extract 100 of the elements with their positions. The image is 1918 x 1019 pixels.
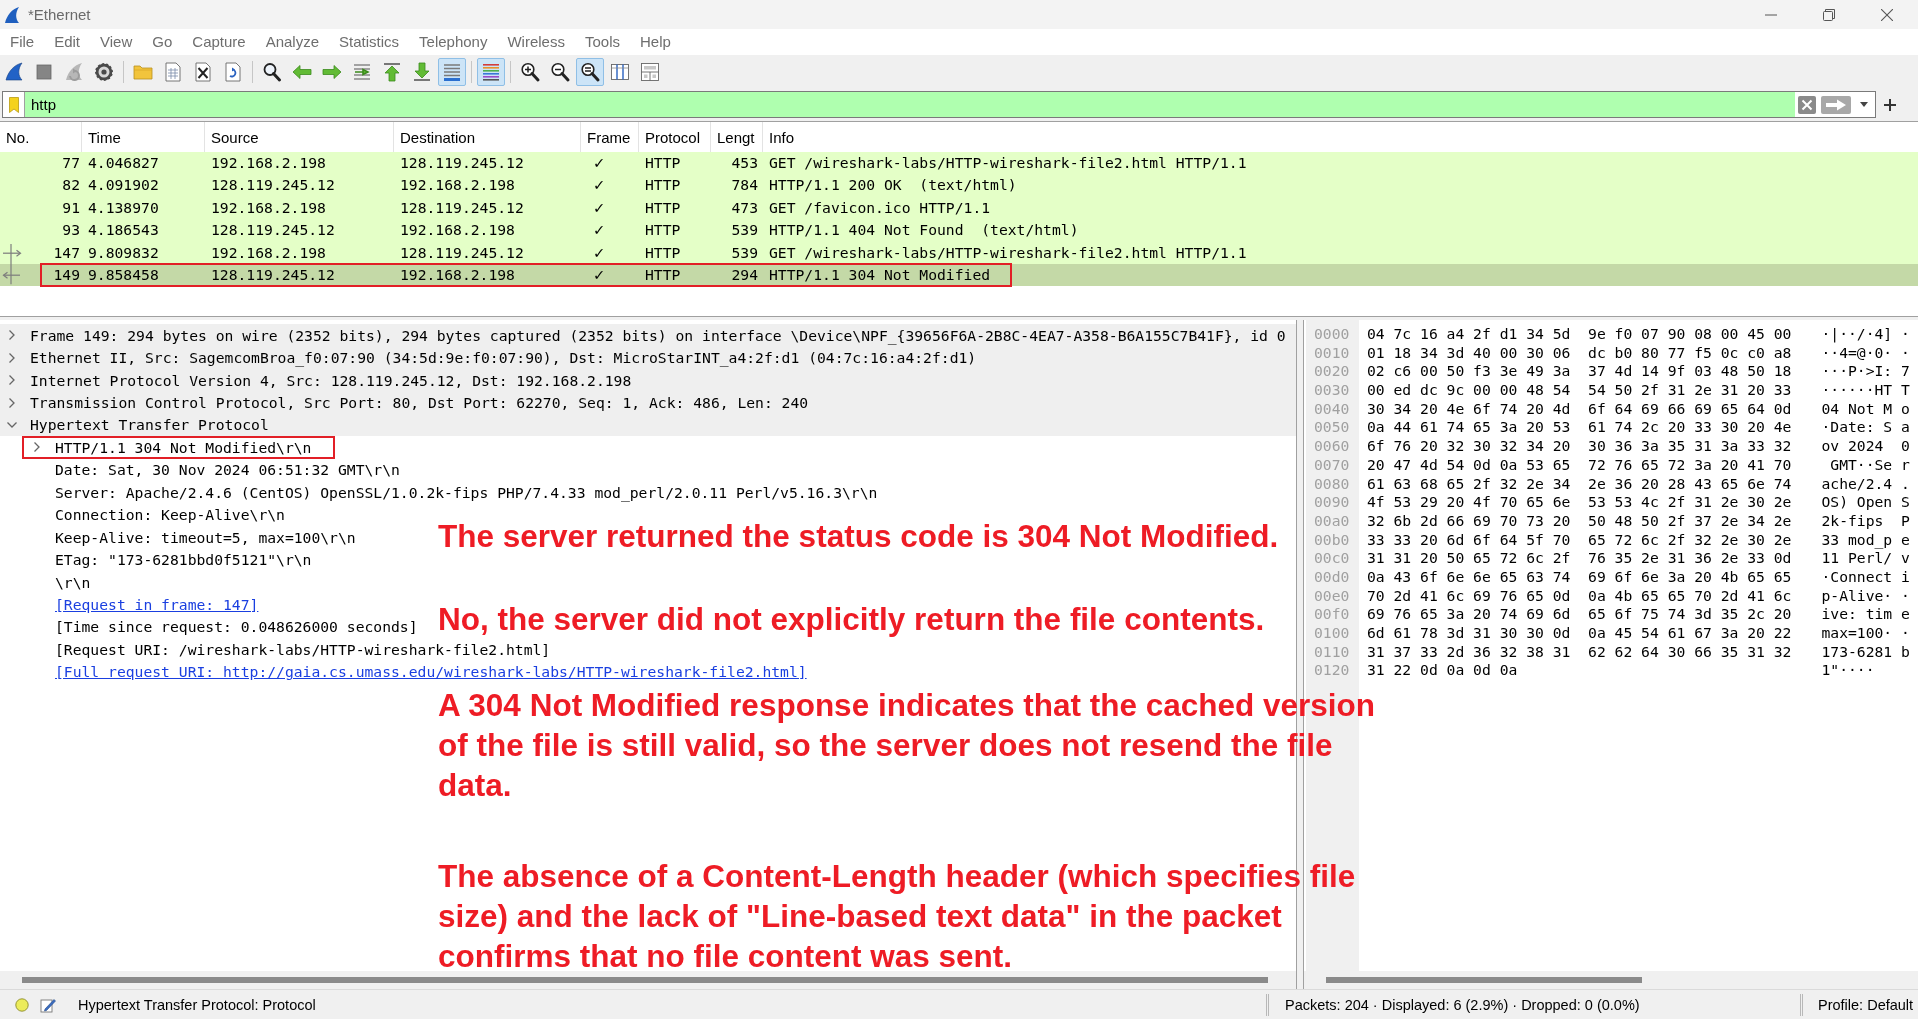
gear-icon — [93, 60, 115, 83]
tree-item[interactable]: HTTP/1.1 304 Not Modified\r\n — [55, 438, 312, 456]
table-cell-text: 9.809832 — [87, 242, 160, 263]
table-cell-text: 128.119.245.12 — [210, 264, 336, 285]
menu-item[interactable]: Statistics — [329, 29, 410, 55]
ascii-text: 33 mod_p e — [1821, 530, 1910, 550]
close-icon[interactable] — [1881, 8, 1893, 21]
menu-item[interactable]: Wireless — [497, 29, 575, 55]
table-cell-text: HTTP — [644, 175, 682, 196]
packet-row[interactable]: 93 4.186543 128.119.245.12 192.168.2.198 ✓ HTTP 539 HTTP/1.1 404 Not Found (text/html) — [0, 219, 1918, 242]
annotation-text: The server returned the status code is 304 Not Modified. — [438, 517, 1279, 556]
ascii-text: 11 Perl/ v — [1821, 549, 1910, 568]
arrow-down-icon — [411, 60, 433, 83]
hex-bytes: 33 33 20 6d 6f 64 5f 70 65 72 6c 2f 32 2e 30 2e — [1367, 530, 1792, 550]
offset-label: 0010 — [1313, 343, 1351, 363]
ascii-text: ive: tim e — [1821, 605, 1910, 624]
tree-item[interactable]: Hypertext Transfer Protocol — [30, 416, 269, 434]
hex-bytes: 30 34 20 4e 6f 74 20 4d 6f 64 69 66 69 65 64 0d — [1367, 399, 1792, 419]
link[interactable]: [Full request URI: http://gaia.cs.umass.edu/wireshark-labs/HTTP-wireshark-file2.html] — [55, 663, 807, 681]
menu-item[interactable]: Go — [142, 29, 183, 55]
plus-icon[interactable] — [1884, 98, 1896, 111]
tree-item[interactable]: [Request URI: /wireshark-labs/HTTP-wireshark-file2.html] — [55, 640, 551, 658]
offset-label: 00a0 — [1313, 511, 1351, 531]
offset-label: 00c0 — [1313, 549, 1351, 568]
table-cell-text: 128.119.245.12 — [399, 197, 525, 218]
tree-item[interactable]: ETag: "173-6281bbd0f5121"\r\n — [55, 551, 312, 569]
ascii-text: ache/2.4 . — [1821, 474, 1910, 494]
menu-item[interactable]: Edit — [44, 29, 91, 55]
ascii-text: p-Alive· · — [1821, 586, 1910, 606]
table-cell-text: 539 — [730, 242, 759, 263]
packet-count-text: Packets: 204 · Displayed: 6 (2.9%) · Dropped: 0 (0.0%) — [1285, 996, 1640, 1013]
ascii-text: ov 2024 0 — [1821, 437, 1910, 456]
packet-row[interactable]: 149 9.858458 128.119.245.12 192.168.2.198 ✓ HTTP 294 HTTP/1.1 304 Not Modified — [0, 263, 1918, 287]
table-cell: GET /favicon.ico HTTP/1.1 — [769, 198, 991, 216]
offset-label: 0090 — [1313, 493, 1351, 512]
profile-text[interactable]: Profile: Default — [1818, 996, 1914, 1013]
link[interactable]: [Request in frame: 147] — [55, 595, 259, 613]
tree-item[interactable]: [Time since request: 0.048626000 seconds] — [55, 618, 418, 636]
hex-bytes: 0a 43 6f 6e 6e 65 63 74 69 6f 6e 3a 20 4b 65 65 — [1367, 567, 1792, 587]
column-header[interactable]: Info — [763, 122, 1918, 152]
document-icon — [162, 60, 184, 83]
table-cell-text: 4.091902 — [87, 175, 160, 196]
menu-item[interactable]: Capture — [182, 29, 256, 55]
tree-item[interactable]: Keep-Alive: timeout=5, max=100\r\n — [55, 528, 356, 546]
annotation-text: The absence of a Content-Length header (which specifies file size) and the lack of "Line-based text data" in the packet confirms that no file content was sent. — [438, 857, 1357, 976]
toolbar-button[interactable] — [576, 57, 604, 86]
hex-bytes: 31 31 20 50 65 72 6c 2f 76 35 2e 31 36 2e 33 0d — [1367, 549, 1792, 568]
ascii-text: 1"···· — [1821, 661, 1876, 681]
packet-row[interactable]: 147 9.809832 192.168.2.198 128.119.245.12 ✓ HTTP 539 GET /wireshark-labs/HTTP-wireshark-file2.html HTTP/1.1 — [0, 241, 1918, 264]
menu-item[interactable]: View — [90, 29, 143, 55]
menu-item[interactable]: File — [0, 29, 45, 55]
pencil-icon[interactable] — [40, 996, 56, 1013]
ascii-text: 173-6281 b — [1821, 642, 1910, 662]
offset-label: 00d0 — [1313, 567, 1351, 587]
packet-row[interactable]: 77 4.046827 192.168.2.198 128.119.245.12 ✓ HTTP 453 GET /wireshark-labs/HTTP-wireshark-file2.html HTTP/1.1 — [0, 152, 1918, 175]
ascii-text: ·Connect i — [1821, 567, 1910, 587]
scrollbar-thumb[interactable] — [22, 977, 1268, 983]
hex-bytes: 02 c6 00 50 f3 3e 49 3a 37 4d 14 9f 03 48 50 18 — [1367, 362, 1792, 382]
packet-row[interactable]: 91 4.138970 192.168.2.198 128.119.245.12 ✓ HTTP 473 GET /favicon.ico HTTP/1.1 — [0, 196, 1918, 220]
tree-item[interactable]: \r\n — [55, 573, 91, 591]
shark-fin-icon — [4, 5, 20, 24]
tree-item[interactable]: Connection: Keep-Alive\r\n — [55, 506, 285, 524]
scrollbar-thumb[interactable] — [1326, 977, 1642, 983]
menu-item[interactable]: Analyze — [255, 29, 330, 55]
ascii-text: ······HT T — [1821, 381, 1910, 400]
table-cell-text: 4.186543 — [87, 220, 160, 241]
table-cell-text: ✓ — [592, 264, 607, 285]
table-cell-text: 192.168.2.198 — [210, 153, 327, 173]
table-cell-text: HTTP — [644, 264, 682, 285]
hex-bytes: 6d 61 78 3d 31 30 30 0d 0a 45 54 61 67 3a 20 22 — [1367, 624, 1792, 643]
status-text: Hypertext Transfer Protocol: Protocol — [78, 996, 316, 1013]
table-cell: HTTP/1.1 304 Not Modified — [769, 265, 991, 283]
offset-label: 0040 — [1313, 399, 1351, 419]
table-cell-text: 82 — [61, 175, 81, 196]
menu-item[interactable]: Help — [630, 29, 681, 55]
packet-row[interactable]: 82 4.091902 128.119.245.12 192.168.2.198 ✓ HTTP 784 HTTP/1.1 200 OK (text/html) — [0, 174, 1918, 197]
tree-item[interactable]: Date: Sat, 30 Nov 2024 06:51:32 GMT\r\n — [55, 461, 400, 479]
table-cell-text: 784 — [730, 175, 759, 196]
table-cell-text: 192.168.2.198 — [399, 175, 516, 196]
table-cell: HTTP/1.1 404 Not Found (text/html) — [769, 221, 1079, 239]
menu-item[interactable]: Tools — [574, 29, 630, 55]
table-cell-text: 539 — [730, 220, 759, 241]
table-cell-text: 128.119.245.12 — [210, 175, 336, 196]
search-icon — [261, 60, 283, 83]
restore-icon[interactable] — [1823, 8, 1835, 21]
table-cell-text: 294 — [730, 264, 759, 285]
ascii-text: max=100· · — [1821, 624, 1910, 643]
zoom-reset-icon — [579, 60, 601, 83]
table-cell-text: HTTP — [644, 220, 682, 241]
ascii-text: ···P·>I: 7 — [1821, 362, 1910, 382]
offset-label: 0080 — [1313, 474, 1351, 494]
menu-item[interactable]: Telephony — [409, 29, 498, 55]
tree-item[interactable]: Server: Apache/2.4.6 (CentOS) OpenSSL/1.0.2k-fips PHP/7.4.33 mod_perl/2.0.11 Perl/v5.16.3\r\n — [55, 483, 878, 501]
table-cell-text: ✓ — [592, 220, 607, 241]
hex-bytes: 01 18 34 3d 40 00 30 06 dc b0 80 77 f5 0c c0 a8 — [1367, 343, 1792, 363]
offset-label: 0070 — [1313, 455, 1351, 475]
table-cell-text: 93 — [61, 220, 81, 241]
table-cell-text: HTTP — [644, 153, 682, 173]
zoom-in-icon — [519, 60, 541, 83]
table-cell-text: HTTP — [644, 242, 682, 263]
